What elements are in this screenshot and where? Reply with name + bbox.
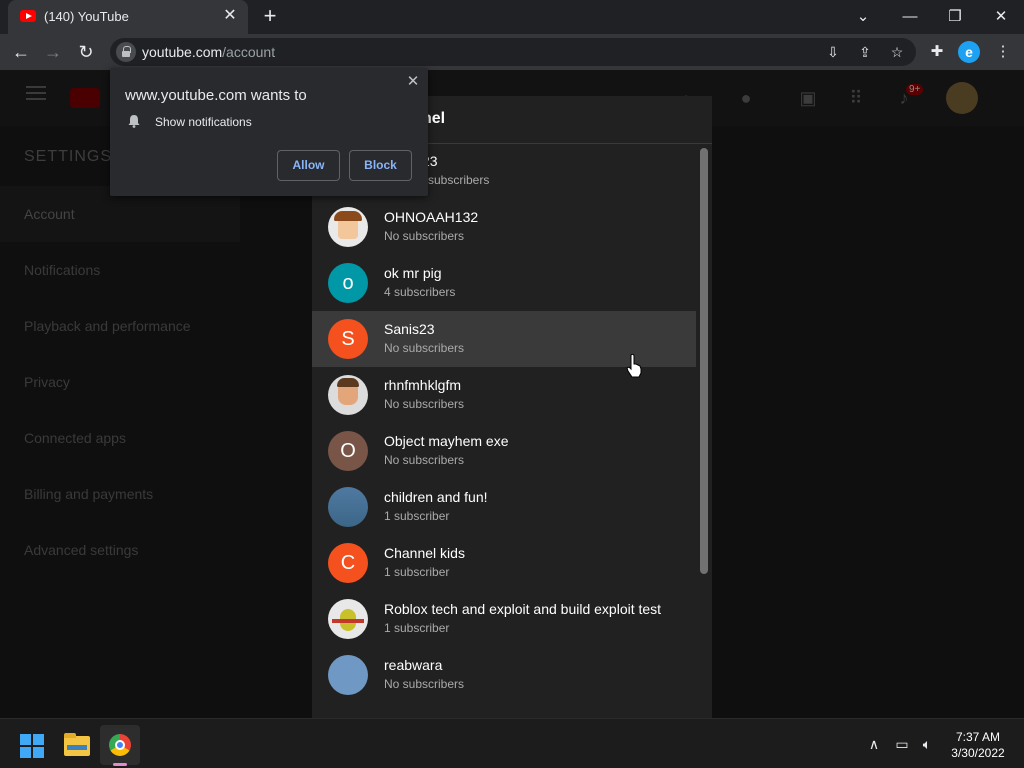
- channel-item[interactable]: children and fun! 1 subscriber: [312, 479, 696, 535]
- channel-subscribers: 1 subscriber: [384, 621, 450, 635]
- settings-item-privacy[interactable]: Privacy: [0, 354, 240, 410]
- channel-list: 23 subscribers OHNOAAH132 No subscribers…: [312, 131, 696, 703]
- share-icon[interactable]: ⇪: [854, 42, 876, 62]
- channel-item[interactable]: OHNOAAH132 No subscribers: [312, 199, 696, 255]
- channel-item[interactable]: C Channel kids 1 subscriber: [312, 535, 696, 591]
- reload-icon[interactable]: ↻: [73, 39, 99, 65]
- settings-heading: SETTINGS: [24, 148, 113, 165]
- popup-close-icon[interactable]: ✕: [404, 73, 422, 91]
- channel-name: Roblox tech and exploit and build exploi…: [384, 601, 662, 617]
- notification-count-badge: 9+: [906, 84, 924, 95]
- channel-avatar: O: [328, 431, 368, 471]
- settings-item-connected-apps[interactable]: Connected apps: [0, 410, 240, 466]
- channel-item[interactable]: O Object mayhem exe No subscribers: [312, 423, 696, 479]
- channel-avatar: o: [328, 263, 368, 303]
- minimize-button[interactable]: —: [895, 4, 925, 30]
- channel-avatar: S: [328, 319, 368, 359]
- tab-strip: (140) YouTube ✕ + ⌄ — ❐ ✕: [0, 0, 1024, 34]
- settings-item-playback[interactable]: Playback and performance: [0, 298, 240, 354]
- settings-item-advanced[interactable]: Advanced settings: [0, 522, 240, 578]
- popup-permission-label: Show notifications: [155, 115, 252, 129]
- clock-time: 7:37 AM: [955, 730, 1001, 744]
- tab-close-icon[interactable]: ✕: [220, 6, 240, 26]
- channel-avatar: [328, 599, 368, 639]
- block-button[interactable]: Block: [349, 150, 412, 181]
- channel-subscribers: No subscribers: [384, 397, 465, 411]
- channel-avatar: [328, 207, 368, 247]
- lock-icon[interactable]: [116, 42, 136, 62]
- windows-start-icon[interactable]: [20, 734, 44, 758]
- settings-nav: Account Notifications Playback and perfo…: [0, 186, 240, 578]
- chrome-icon: [109, 734, 131, 756]
- new-tab-button[interactable]: +: [258, 5, 282, 29]
- menu-kebab-icon[interactable]: ⋮: [990, 39, 1016, 65]
- tab-search-chevron-icon[interactable]: ⌄: [848, 4, 878, 30]
- channel-item[interactable]: o ok mr pig 4 subscribers: [312, 255, 696, 311]
- file-explorer-icon[interactable]: [64, 733, 90, 756]
- channel-subscribers: No subscribers: [384, 677, 465, 691]
- channel-name: Object mayhem exe: [384, 433, 509, 449]
- channel-avatar: [328, 375, 368, 415]
- channel-subscribers: subscribers: [428, 173, 490, 187]
- notification-permission-popup: www.youtube.com wants to ✕ Show notifica…: [110, 68, 428, 196]
- chrome-taskbar-button[interactable]: [100, 725, 140, 765]
- taskbar: ∧ ▭ 🔈︎ 7:37 AM 3/30/2022: [0, 718, 1024, 768]
- restore-button[interactable]: ❐: [940, 4, 970, 30]
- channel-subscribers: No subscribers: [384, 229, 465, 243]
- channel-avatar: [328, 487, 368, 527]
- channel-item[interactable]: reabwara No subscribers: [312, 647, 696, 703]
- url-text[interactable]: youtube.com/account: [142, 44, 275, 60]
- channel-avatar: C: [328, 543, 368, 583]
- channel-name: OHNOAAH132: [384, 209, 479, 225]
- settings-item-notifications[interactable]: Notifications: [0, 242, 240, 298]
- volume-icon[interactable]: 🔈︎: [917, 735, 937, 753]
- channel-name: Channel kids: [384, 545, 465, 561]
- browser-toolbar: ← → ↻ youtube.com/account ⇩ ⇪ ☆ ✚ e ⋮: [0, 34, 1024, 70]
- channel-subscribers: No subscribers: [384, 341, 465, 355]
- youtube-favicon-icon: [20, 10, 36, 22]
- channel-name: ok mr pig: [384, 265, 442, 281]
- account-avatar[interactable]: [946, 82, 978, 114]
- active-app-indicator: [113, 763, 127, 766]
- channel-name: children and fun!: [384, 489, 488, 505]
- allow-button[interactable]: Allow: [277, 150, 340, 181]
- tab-title: (140) YouTube: [44, 9, 129, 24]
- channel-name: reabwara: [384, 657, 443, 673]
- channel-item[interactable]: Roblox tech and exploit and build exploi…: [312, 591, 696, 647]
- system-clock[interactable]: 7:37 AM 3/30/2022: [946, 729, 1010, 761]
- address-bar[interactable]: youtube.com/account ⇩ ⇪ ☆: [110, 38, 916, 66]
- extensions-puzzle-icon[interactable]: ✚: [924, 39, 950, 65]
- create-video-icon[interactable]: ▣: [796, 86, 820, 110]
- settings-item-billing[interactable]: Billing and payments: [0, 466, 240, 522]
- channel-list-scrollbar[interactable]: [700, 148, 708, 574]
- tab-youtube[interactable]: (140) YouTube ✕: [8, 0, 248, 34]
- microphone-icon[interactable]: ●: [734, 86, 758, 110]
- channel-avatar: [328, 655, 368, 695]
- apps-grid-icon[interactable]: ⠿: [844, 86, 868, 110]
- forward-arrow-icon[interactable]: →: [40, 39, 66, 65]
- channel-subscribers: 1 subscriber: [384, 509, 450, 523]
- hamburger-menu-icon[interactable]: [26, 92, 46, 94]
- network-icon[interactable]: ▭: [892, 735, 912, 753]
- back-arrow-icon[interactable]: ←: [8, 39, 34, 65]
- channel-subscribers: No subscribers: [384, 453, 465, 467]
- hand-cursor-icon: [626, 354, 642, 378]
- install-app-icon[interactable]: ⇩: [822, 42, 844, 62]
- close-window-button[interactable]: ✕: [986, 4, 1016, 30]
- clock-date: 3/30/2022: [951, 746, 1005, 760]
- bookmark-star-icon[interactable]: ☆: [886, 42, 908, 62]
- channel-subscribers: 1 subscriber: [384, 565, 450, 579]
- profile-avatar[interactable]: e: [958, 41, 980, 63]
- channel-name: rhnfmhklgfm: [384, 377, 462, 393]
- channel-subscribers: 4 subscribers: [384, 285, 456, 299]
- tray-chevron-up-icon[interactable]: ∧: [864, 735, 884, 753]
- channel-name: Sanis23: [384, 321, 435, 337]
- youtube-logo[interactable]: [70, 88, 100, 108]
- bell-icon: [128, 115, 140, 128]
- popup-title: www.youtube.com wants to: [125, 87, 307, 104]
